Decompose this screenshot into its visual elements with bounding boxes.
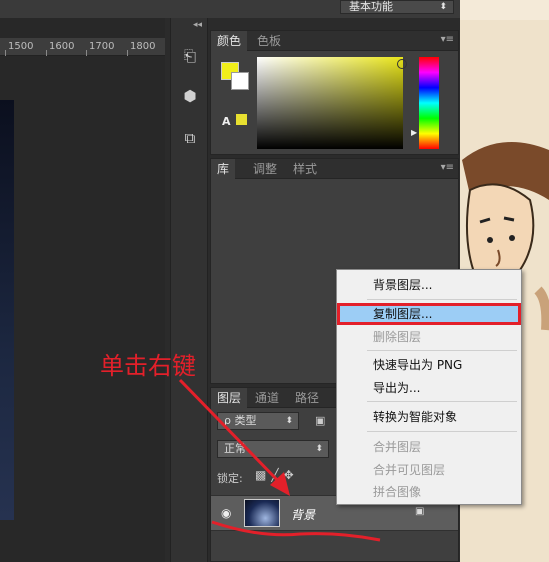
tab-color[interactable]: 颜色	[211, 31, 248, 51]
gamut-warning-icon: A	[222, 115, 231, 128]
chevron-down-icon: ⬍	[315, 444, 323, 454]
color-picker-field[interactable]	[257, 57, 403, 149]
3d-icon[interactable]: ⬢	[180, 86, 200, 106]
menu-item-export-as[interactable]: 导出为...	[337, 377, 521, 399]
layer-name: 背景	[291, 508, 316, 522]
layer-filter-select[interactable]: ρ 类型 ⬍	[217, 412, 299, 430]
tab-paths[interactable]: 路径	[289, 388, 325, 408]
gamut-swatch[interactable]	[236, 114, 247, 125]
tab-swatches[interactable]: 色板	[251, 31, 287, 51]
document-canvas[interactable]	[0, 100, 14, 520]
color-panel: 颜色 色板 ▾≡ A ▶	[210, 30, 459, 155]
ruler-tick-label: 1500	[8, 41, 34, 52]
panel-menu-icon[interactable]: ▾≡	[441, 162, 454, 173]
chevron-down-icon: ⬍	[285, 416, 293, 426]
blend-mode-select[interactable]: 正常 ⬍	[217, 440, 329, 458]
workspace-label: 基本功能	[349, 0, 393, 13]
canvas-area[interactable]: 1500 1600 1700 1800	[0, 18, 165, 562]
menu-item-duplicate-layer[interactable]: 复制图层...	[337, 303, 521, 325]
ruler-tick-label: 1700	[89, 41, 115, 52]
menu-item-delete-layer: 删除图层	[373, 330, 422, 344]
layer-thumbnail	[244, 499, 280, 527]
horizontal-ruler: 1500 1600 1700 1800	[0, 38, 165, 56]
menu-item-merge-layers: 合并图层	[373, 440, 422, 454]
context-menu: 背景图层... 复制图层... 删除图层 快速导出为 PNG 导出为... 转换…	[336, 269, 522, 505]
history-icon[interactable]: ⎗	[180, 46, 200, 66]
tab-libraries[interactable]: 库	[211, 159, 236, 179]
lock-icon: ▣	[415, 506, 425, 517]
layer-filter-label: ρ 类型	[224, 414, 257, 427]
annotation-label: 单击右键	[100, 352, 196, 380]
menu-item-convert-smart-object[interactable]: 转换为智能对象	[337, 406, 521, 428]
background-color-swatch[interactable]	[231, 72, 249, 90]
hue-slider-handle[interactable]: ▶	[411, 128, 417, 137]
lock-label: 锁定:	[217, 472, 243, 485]
options-bar: 基本功能 ⬍	[0, 0, 460, 18]
tab-styles[interactable]: 样式	[287, 159, 323, 179]
library-panel-tabs: 库 调整 样式 ▾≡	[211, 159, 458, 179]
color-panel-tabs: 颜色 色板 ▾≡	[211, 31, 458, 51]
hue-slider[interactable]	[419, 57, 439, 149]
eye-icon[interactable]: ◉	[221, 506, 231, 520]
collapse-icon[interactable]: ◂◂	[193, 20, 202, 30]
properties-icon[interactable]: ⧉	[180, 128, 200, 148]
menu-item-background-layer[interactable]: 背景图层...	[337, 274, 521, 296]
menu-item-flatten-image: 拼合图像	[373, 485, 422, 499]
workspace-switcher[interactable]: 基本功能 ⬍	[340, 0, 454, 14]
tab-adjustments[interactable]: 调整	[247, 159, 283, 179]
chevron-down-icon: ⬍	[439, 2, 447, 12]
ruler-tick-label: 1800	[130, 41, 156, 52]
menu-item-quick-export-png[interactable]: 快速导出为 PNG	[337, 354, 521, 376]
lock-icons[interactable]: ▩╱✥	[255, 468, 299, 482]
menu-item-merge-visible: 合并可见图层	[373, 463, 446, 477]
panel-menu-icon[interactable]: ▾≡	[441, 34, 454, 45]
color-picker-cursor[interactable]	[397, 59, 407, 69]
ruler-tick-label: 1600	[49, 41, 75, 52]
image-filter-icon[interactable]: ▣	[315, 414, 325, 427]
tab-layers[interactable]: 图层	[211, 388, 248, 408]
tab-channels[interactable]: 通道	[249, 388, 285, 408]
blend-mode-value: 正常	[224, 442, 246, 455]
panel-icon-strip: ◂◂ ⎗ ⬢ ⧉	[170, 18, 208, 562]
